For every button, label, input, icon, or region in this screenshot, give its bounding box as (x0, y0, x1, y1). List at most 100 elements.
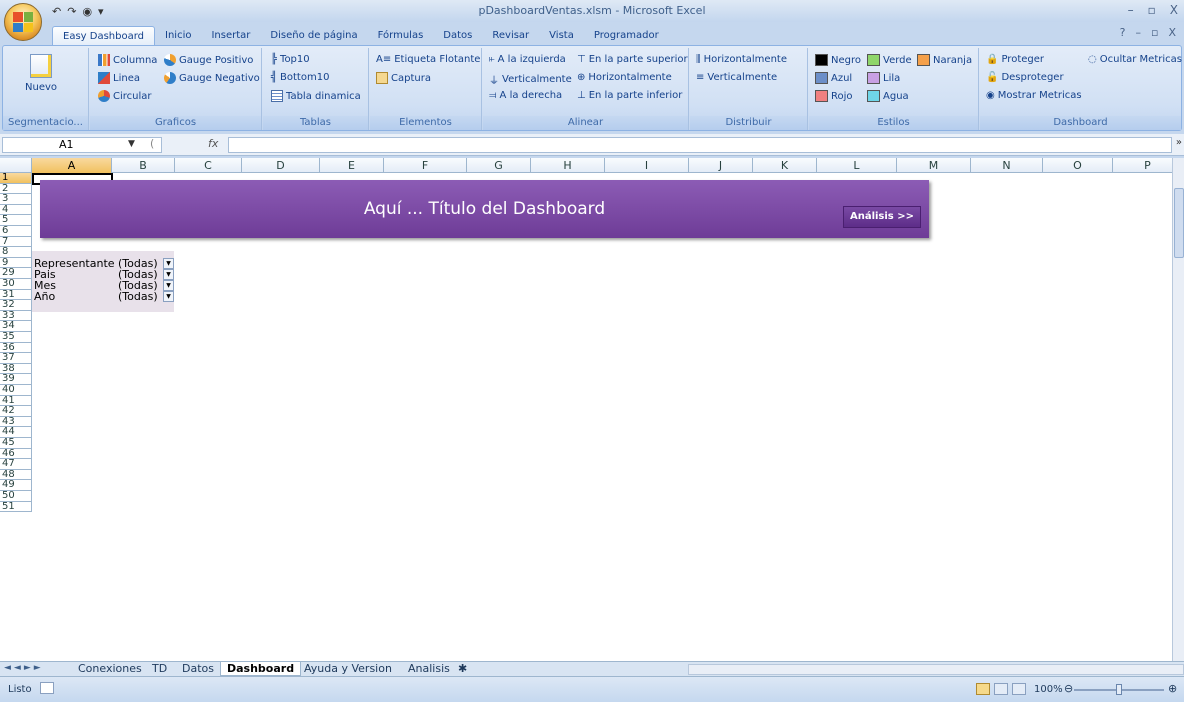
column-header-b[interactable]: B (112, 158, 175, 173)
office-button[interactable] (4, 3, 42, 41)
workbook-close-button[interactable]: X (1168, 26, 1176, 39)
style-verde-button[interactable]: Verde (867, 54, 912, 66)
column-header-o[interactable]: O (1043, 158, 1113, 173)
align-right-button[interactable]: ⫤ A la derecha (489, 90, 562, 101)
tab-easy-dashboard[interactable]: Easy Dashboard (52, 26, 156, 46)
row-header[interactable]: 1 (0, 173, 32, 184)
sheet-tab-analisis[interactable]: Analisis (402, 662, 456, 676)
proteger-button[interactable]: 🔒 Proteger (986, 54, 1044, 65)
help-icon[interactable]: ? (1120, 26, 1126, 39)
align-vertical-button[interactable]: ⏚ Verticalmente (489, 72, 572, 87)
row-header[interactable]: 40 (0, 385, 32, 396)
restore-button[interactable]: ▫ (1148, 3, 1156, 17)
columna-button[interactable]: Columna (98, 54, 157, 66)
name-box[interactable]: A1 (2, 137, 162, 153)
column-header-g[interactable]: G (467, 158, 531, 173)
row-header[interactable]: 45 (0, 438, 32, 449)
align-top-button[interactable]: ⊤ En la parte superior (577, 54, 688, 65)
row-header[interactable]: 51 (0, 501, 32, 513)
select-all-corner[interactable] (0, 158, 32, 173)
bottom10-button[interactable]: ╣ Bottom10 (271, 72, 329, 83)
ocultar-metricas-button[interactable]: ◌ Ocultar Metricas (1088, 54, 1182, 65)
column-header-l[interactable]: L (817, 158, 897, 173)
tab-datos[interactable]: Datos (433, 26, 482, 46)
style-azul-button[interactable]: Azul (815, 72, 852, 84)
name-box-dropdown-icon[interactable]: ▼ (128, 139, 135, 149)
align-bottom-button[interactable]: ⊥ En la parte inferior (577, 90, 682, 101)
dropdown-arrow-icon[interactable]: ▼ (163, 258, 174, 269)
row-header[interactable]: 30 (0, 279, 32, 290)
gauge-positivo-button[interactable]: Gauge Positivo (164, 54, 253, 66)
sheet-tab-conexiones[interactable]: Conexiones (72, 662, 148, 676)
column-header-e[interactable]: E (320, 158, 384, 173)
page-break-view-icon[interactable] (1012, 683, 1026, 695)
sheet-tab-td[interactable]: TD (146, 662, 173, 676)
zoom-level[interactable]: 100% (1034, 684, 1063, 695)
captura-button[interactable]: Captura (376, 72, 431, 84)
close-button[interactable]: X (1170, 3, 1178, 17)
expand-formula-icon[interactable]: » (1176, 137, 1182, 148)
zoom-out-icon[interactable]: ⊖ (1064, 682, 1073, 695)
etiqueta-flotante-button[interactable]: A≡ Etiqueta Flotante (376, 54, 480, 65)
column-header-f[interactable]: F (384, 158, 467, 173)
tab-insertar[interactable]: Insertar (201, 26, 260, 46)
column-header-j[interactable]: J (689, 158, 753, 173)
align-horizontal-button[interactable]: ⊕ Horizontalmente (577, 72, 672, 83)
sheet-tab-dashboard[interactable]: Dashboard (220, 662, 302, 676)
vertical-scrollbar[interactable] (1172, 158, 1184, 661)
style-agua-button[interactable]: Agua (867, 90, 909, 102)
desproteger-button[interactable]: 🔓 Desproteger (986, 72, 1064, 83)
new-sheet-icon[interactable]: ✱ (452, 662, 473, 676)
column-header-c[interactable]: C (175, 158, 242, 173)
workbook-restore-button[interactable]: ▫ (1151, 26, 1158, 39)
vertical-scroll-thumb[interactable] (1174, 188, 1184, 258)
horizontal-scrollbar[interactable] (688, 664, 1184, 675)
gauge-negativo-button[interactable]: Gauge Negativo (164, 72, 260, 84)
column-header-k[interactable]: K (753, 158, 817, 173)
zoom-slider-thumb[interactable] (1116, 684, 1122, 695)
formula-bar-handle[interactable]: ( (150, 137, 154, 150)
tab-inicio[interactable]: Inicio (155, 26, 201, 46)
column-header-d[interactable]: D (242, 158, 320, 173)
align-left-button[interactable]: ⫦ A la izquierda (489, 54, 566, 65)
tab-revisar[interactable]: Revisar (482, 26, 539, 46)
analisis-button[interactable]: Análisis >> (843, 206, 921, 228)
sheet-nav-arrows[interactable]: ◄◄►► (4, 663, 44, 673)
tabla-dinamica-button[interactable]: Tabla dinamica (271, 90, 361, 102)
dropdown-arrow-icon[interactable]: ▼ (163, 269, 174, 280)
style-negro-button[interactable]: Negro (815, 54, 861, 66)
column-header-n[interactable]: N (971, 158, 1043, 173)
style-rojo-button[interactable]: Rojo (815, 90, 853, 102)
row-header[interactable]: 35 (0, 332, 32, 343)
style-lila-button[interactable]: Lila (867, 72, 900, 84)
column-header-m[interactable]: M (897, 158, 971, 173)
sheet-tab-datos[interactable]: Datos (176, 662, 220, 676)
minimize-button[interactable]: – (1128, 3, 1134, 17)
column-header-h[interactable]: H (531, 158, 605, 173)
row-header[interactable]: 50 (0, 491, 32, 502)
workbook-minimize-button[interactable]: – (1135, 26, 1141, 39)
distribute-vertical-button[interactable]: ≡ Verticalmente (696, 72, 777, 83)
circular-button[interactable]: Circular (98, 90, 152, 102)
tab-programador[interactable]: Programador (584, 26, 669, 46)
formula-input[interactable] (228, 137, 1172, 153)
mostrar-metricas-button[interactable]: ◉ Mostrar Metricas (986, 90, 1082, 101)
normal-view-icon[interactable] (976, 683, 990, 695)
distribute-horizontal-button[interactable]: ⫼ Horizontalmente (696, 54, 787, 65)
style-naranja-button[interactable]: Naranja (917, 54, 972, 66)
zoom-in-icon[interactable]: ⊕ (1168, 682, 1177, 695)
nuevo-button[interactable]: Nuevo (25, 54, 57, 93)
tab-formulas[interactable]: Fórmulas (368, 26, 434, 46)
tab-diseno-pagina[interactable]: Diseño de página (260, 26, 367, 46)
page-layout-view-icon[interactable] (994, 683, 1008, 695)
tab-vista[interactable]: Vista (539, 26, 584, 46)
sheet-tab-ayuda-version[interactable]: Ayuda y Version (298, 662, 398, 676)
column-header-p[interactable]: P (1113, 158, 1172, 173)
column-header-a[interactable]: A (32, 158, 112, 173)
macro-record-icon[interactable] (40, 682, 54, 694)
worksheet-grid[interactable]: A B C D E F G H I J K L M N O P 12345678… (0, 158, 1172, 661)
dropdown-arrow-icon[interactable]: ▼ (163, 280, 174, 291)
column-header-i[interactable]: I (605, 158, 689, 173)
insert-function-icon[interactable]: fx (208, 137, 218, 150)
top10-button[interactable]: ╠ Top10 (271, 54, 310, 65)
